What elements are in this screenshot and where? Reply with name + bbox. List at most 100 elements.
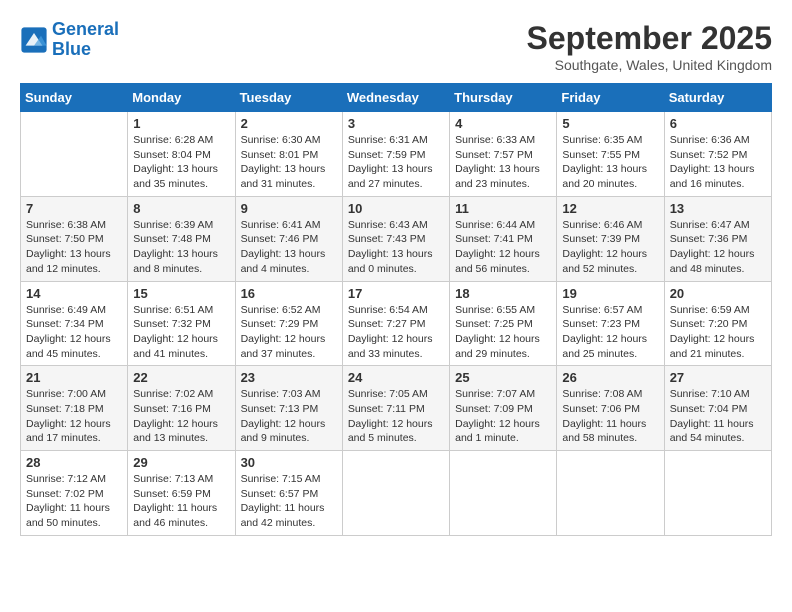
day-info: Sunrise: 7:07 AMSunset: 7:09 PMDaylight:… bbox=[455, 387, 551, 446]
day-number: 29 bbox=[133, 455, 229, 470]
day-number: 7 bbox=[26, 201, 122, 216]
logo-icon bbox=[20, 26, 48, 54]
calendar-cell: 17 Sunrise: 6:54 AMSunset: 7:27 PMDayligh… bbox=[342, 281, 449, 366]
calendar-cell: 28Sunrise: 7:12 AMSunset: 7:02 PMDayligh… bbox=[21, 451, 128, 536]
calendar-cell: 15 Sunrise: 6:51 AMSunset: 7:32 PMDayligh… bbox=[128, 281, 235, 366]
day-number: 27 bbox=[670, 370, 766, 385]
day-info: Sunrise: 6:39 AMSunset: 7:48 PMDaylight:… bbox=[133, 218, 229, 277]
day-number: 23 bbox=[241, 370, 337, 385]
day-number: 15 bbox=[133, 286, 229, 301]
calendar-cell: 21 Sunrise: 7:00 AMSunset: 7:18 PMDayligh… bbox=[21, 366, 128, 451]
weekday-header: Saturday bbox=[664, 84, 771, 112]
calendar-cell: 6Sunrise: 6:36 AMSunset: 7:52 PMDaylight… bbox=[664, 112, 771, 197]
calendar-week-row: 28Sunrise: 7:12 AMSunset: 7:02 PMDayligh… bbox=[21, 451, 772, 536]
day-info: Sunrise: 7:10 AMSunset: 7:04 PMDaylight:… bbox=[670, 387, 766, 446]
day-number: 12 bbox=[562, 201, 658, 216]
day-number: 14 bbox=[26, 286, 122, 301]
day-number: 5 bbox=[562, 116, 658, 131]
calendar-cell: 30 Sunrise: 7:15 AMSunset: 6:57 PMDayligh… bbox=[235, 451, 342, 536]
day-number: 19 bbox=[562, 286, 658, 301]
calendar-cell: 27 Sunrise: 7:10 AMSunset: 7:04 PMDayligh… bbox=[664, 366, 771, 451]
day-info: Sunrise: 7:02 AMSunset: 7:16 PMDaylight:… bbox=[133, 387, 229, 446]
day-number: 3 bbox=[348, 116, 444, 131]
day-info: Sunrise: 6:44 AMSunset: 7:41 PMDaylight:… bbox=[455, 218, 551, 277]
day-info: Sunrise: 7:03 AMSunset: 7:13 PMDaylight:… bbox=[241, 387, 337, 446]
calendar-cell: 5 Sunrise: 6:35 AMSunset: 7:55 PMDaylight… bbox=[557, 112, 664, 197]
logo: General Blue bbox=[20, 20, 119, 60]
day-number: 17 bbox=[348, 286, 444, 301]
day-info: Sunrise: 6:55 AMSunset: 7:25 PMDaylight:… bbox=[455, 303, 551, 362]
calendar-cell: 9Sunrise: 6:41 AMSunset: 7:46 PMDaylight… bbox=[235, 196, 342, 281]
day-info: Sunrise: 6:43 AMSunset: 7:43 PMDaylight:… bbox=[348, 218, 444, 277]
day-number: 16 bbox=[241, 286, 337, 301]
day-info: Sunrise: 6:35 AMSunset: 7:55 PMDaylight:… bbox=[562, 133, 658, 192]
calendar-cell bbox=[342, 451, 449, 536]
calendar-cell: 8 Sunrise: 6:39 AMSunset: 7:48 PMDaylight… bbox=[128, 196, 235, 281]
location: Southgate, Wales, United Kingdom bbox=[527, 57, 772, 73]
day-info: Sunrise: 6:30 AMSunset: 8:01 PMDaylight:… bbox=[241, 133, 337, 192]
calendar-cell bbox=[557, 451, 664, 536]
day-info: Sunrise: 6:51 AMSunset: 7:32 PMDaylight:… bbox=[133, 303, 229, 362]
calendar-cell: 14 Sunrise: 6:49 AMSunset: 7:34 PMDayligh… bbox=[21, 281, 128, 366]
calendar-cell: 4Sunrise: 6:33 AMSunset: 7:57 PMDaylight… bbox=[450, 112, 557, 197]
calendar-cell: 26Sunrise: 7:08 AMSunset: 7:06 PMDayligh… bbox=[557, 366, 664, 451]
calendar-cell: 3Sunrise: 6:31 AMSunset: 7:59 PMDaylight… bbox=[342, 112, 449, 197]
calendar-cell: 2 Sunrise: 6:30 AMSunset: 8:01 PMDaylight… bbox=[235, 112, 342, 197]
day-number: 10 bbox=[348, 201, 444, 216]
weekday-header: Friday bbox=[557, 84, 664, 112]
logo-text: General Blue bbox=[52, 20, 119, 60]
calendar-cell: 29 Sunrise: 7:13 AMSunset: 6:59 PMDayligh… bbox=[128, 451, 235, 536]
weekday-header: Tuesday bbox=[235, 84, 342, 112]
day-info: Sunrise: 7:00 AMSunset: 7:18 PMDaylight:… bbox=[26, 387, 122, 446]
day-info: Sunrise: 6:54 AMSunset: 7:27 PMDaylight:… bbox=[348, 303, 444, 362]
day-number: 18 bbox=[455, 286, 551, 301]
day-number: 20 bbox=[670, 286, 766, 301]
calendar-cell bbox=[450, 451, 557, 536]
calendar-week-row: 14 Sunrise: 6:49 AMSunset: 7:34 PMDayligh… bbox=[21, 281, 772, 366]
day-info: Sunrise: 7:13 AMSunset: 6:59 PMDaylight:… bbox=[133, 472, 229, 531]
calendar-cell: 16 Sunrise: 6:52 AMSunset: 7:29 PMDayligh… bbox=[235, 281, 342, 366]
day-number: 22 bbox=[133, 370, 229, 385]
page-header: General Blue September 2025 Southgate, W… bbox=[20, 20, 772, 73]
day-info: Sunrise: 6:52 AMSunset: 7:29 PMDaylight:… bbox=[241, 303, 337, 362]
calendar-cell: 1 Sunrise: 6:28 AMSunset: 8:04 PMDaylight… bbox=[128, 112, 235, 197]
day-number: 11 bbox=[455, 201, 551, 216]
calendar-cell: 23 Sunrise: 7:03 AMSunset: 7:13 PMDayligh… bbox=[235, 366, 342, 451]
logo-line2: Blue bbox=[52, 39, 91, 59]
day-info: Sunrise: 6:57 AMSunset: 7:23 PMDaylight:… bbox=[562, 303, 658, 362]
day-number: 21 bbox=[26, 370, 122, 385]
calendar-cell: 19 Sunrise: 6:57 AMSunset: 7:23 PMDayligh… bbox=[557, 281, 664, 366]
day-info: Sunrise: 7:08 AMSunset: 7:06 PMDaylight:… bbox=[562, 387, 658, 446]
calendar-cell: 12Sunrise: 6:46 AMSunset: 7:39 PMDayligh… bbox=[557, 196, 664, 281]
day-number: 24 bbox=[348, 370, 444, 385]
calendar-week-row: 7Sunrise: 6:38 AMSunset: 7:50 PMDaylight… bbox=[21, 196, 772, 281]
day-info: Sunrise: 6:59 AMSunset: 7:20 PMDaylight:… bbox=[670, 303, 766, 362]
day-number: 2 bbox=[241, 116, 337, 131]
calendar-week-row: 21 Sunrise: 7:00 AMSunset: 7:18 PMDayligh… bbox=[21, 366, 772, 451]
day-number: 30 bbox=[241, 455, 337, 470]
day-info: Sunrise: 6:49 AMSunset: 7:34 PMDaylight:… bbox=[26, 303, 122, 362]
calendar-cell bbox=[21, 112, 128, 197]
calendar-table: SundayMondayTuesdayWednesdayThursdayFrid… bbox=[20, 83, 772, 536]
day-number: 13 bbox=[670, 201, 766, 216]
day-info: Sunrise: 6:28 AMSunset: 8:04 PMDaylight:… bbox=[133, 133, 229, 192]
weekday-header: Wednesday bbox=[342, 84, 449, 112]
calendar-week-row: 1 Sunrise: 6:28 AMSunset: 8:04 PMDaylight… bbox=[21, 112, 772, 197]
title-block: September 2025 Southgate, Wales, United … bbox=[527, 20, 772, 73]
day-info: Sunrise: 7:05 AMSunset: 7:11 PMDaylight:… bbox=[348, 387, 444, 446]
calendar-cell: 7Sunrise: 6:38 AMSunset: 7:50 PMDaylight… bbox=[21, 196, 128, 281]
calendar-cell: 13 Sunrise: 6:47 AMSunset: 7:36 PMDayligh… bbox=[664, 196, 771, 281]
calendar-cell: 24 Sunrise: 7:05 AMSunset: 7:11 PMDayligh… bbox=[342, 366, 449, 451]
day-info: Sunrise: 6:47 AMSunset: 7:36 PMDaylight:… bbox=[670, 218, 766, 277]
day-number: 8 bbox=[133, 201, 229, 216]
day-number: 28 bbox=[26, 455, 122, 470]
calendar-cell: 22 Sunrise: 7:02 AMSunset: 7:16 PMDayligh… bbox=[128, 366, 235, 451]
calendar-cell: 18 Sunrise: 6:55 AMSunset: 7:25 PMDayligh… bbox=[450, 281, 557, 366]
day-number: 1 bbox=[133, 116, 229, 131]
calendar-cell bbox=[664, 451, 771, 536]
day-number: 6 bbox=[670, 116, 766, 131]
logo-line1: General bbox=[52, 19, 119, 39]
day-info: Sunrise: 6:41 AMSunset: 7:46 PMDaylight:… bbox=[241, 218, 337, 277]
day-info: Sunrise: 7:15 AMSunset: 6:57 PMDaylight:… bbox=[241, 472, 337, 531]
calendar-cell: 20 Sunrise: 6:59 AMSunset: 7:20 PMDayligh… bbox=[664, 281, 771, 366]
